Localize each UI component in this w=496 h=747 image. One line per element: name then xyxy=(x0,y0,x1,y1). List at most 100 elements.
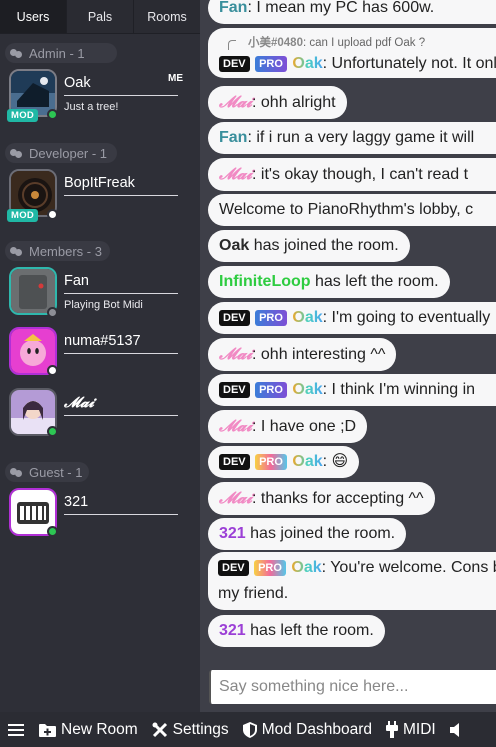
user-status: Just a tree! xyxy=(64,101,119,113)
users-group-icon xyxy=(10,48,23,58)
message-text: : I think I'm winning in xyxy=(322,381,476,398)
dev-badge: DEV xyxy=(219,310,250,326)
user-item-321[interactable]: 321 xyxy=(0,486,200,548)
chat-message-system: 321 has left the room. xyxy=(208,615,385,647)
group-label: Developer - 1 xyxy=(29,145,108,161)
username: 𝓜𝓪𝓲 xyxy=(64,394,178,416)
pro-badge: PRO xyxy=(255,382,287,398)
message-text: : ohh alright xyxy=(252,94,336,111)
status-dot xyxy=(47,209,58,220)
fan-avatar-image xyxy=(11,269,55,313)
chat-message: Fan: I mean my PC has 600w. xyxy=(208,0,496,24)
group-label: Members - 3 xyxy=(29,243,102,259)
message-author: 𝓜𝓪𝓲 xyxy=(219,164,253,183)
reply-connector xyxy=(228,40,236,50)
group-label: Admin - 1 xyxy=(29,45,85,61)
chat-input-area xyxy=(200,662,496,712)
users-group-icon xyxy=(10,246,23,256)
group-header-members: Members - 3 xyxy=(5,241,110,261)
dev-badge: DEV xyxy=(218,560,249,576)
midi-plug-icon xyxy=(385,721,398,738)
user-item-numa[interactable]: numa#5137 xyxy=(0,325,200,386)
speaker-icon xyxy=(449,722,459,737)
dev-badge: DEV xyxy=(219,454,250,470)
chat-message: 𝓜𝓪𝓲: it's okay though, I can't read t xyxy=(208,158,496,191)
menu-button[interactable] xyxy=(8,723,29,737)
message-text: Welcome to PianoRhythm's lobby, c xyxy=(219,201,474,218)
message-text: : if i run a very laggy game it will xyxy=(247,129,475,146)
user-item-oak[interactable]: MOD Oak ME Just a tree! xyxy=(0,67,200,129)
message-author: Oak xyxy=(292,309,323,326)
message-author: 𝓜𝓪𝓲 xyxy=(219,416,253,435)
message-author: Oak xyxy=(292,453,323,470)
message-author: Oak xyxy=(219,237,250,254)
message-text: : it's okay though, I can't read t xyxy=(252,166,469,183)
chat-message: Fan: if i run a very laggy game it will xyxy=(208,122,496,154)
chat-message: DEV PRO Oak: 😄 xyxy=(208,446,360,478)
message-text: : I have one ;D xyxy=(252,418,357,435)
message-author: 321 xyxy=(219,525,246,542)
chat-message: DEV PRO Oak: I think I'm winning in xyxy=(208,374,496,406)
message-author: Oak xyxy=(292,55,323,72)
group-header-developer: Developer - 1 xyxy=(5,143,117,163)
message-text: has left the room. xyxy=(310,273,439,290)
pro-badge: PRO xyxy=(255,310,287,326)
mod-badge: MOD xyxy=(7,209,39,222)
new-room-label: New Room xyxy=(61,720,138,738)
reply-text: : can I upload pdf Oak ? xyxy=(302,37,426,49)
message-author: Fan xyxy=(219,0,248,16)
pro-badge: PRO xyxy=(254,560,286,576)
folder-plus-icon xyxy=(39,723,56,737)
user-item-bopitfreak[interactable]: MOD BopItFreak xyxy=(0,167,200,229)
new-room-button[interactable]: New Room xyxy=(39,721,138,739)
user-item-fan[interactable]: Fan Playing Bot Midi xyxy=(0,265,200,325)
username: numa#5137 xyxy=(64,333,178,354)
group-label: Guest - 1 xyxy=(29,464,83,480)
chat-message-system: InfiniteLoop has left the room. xyxy=(208,266,450,298)
message-text: has joined the room. xyxy=(249,237,399,254)
reply-preview[interactable]: 小美#0480: can I upload pdf Oak ? xyxy=(248,34,425,50)
me-tag: ME xyxy=(168,73,183,84)
tab-users[interactable]: Users xyxy=(0,0,67,33)
user-status: Playing Bot Midi xyxy=(64,299,143,311)
username: Fan xyxy=(64,273,178,294)
message-text: : I mean my PC has 600w. xyxy=(247,0,435,16)
away-status-dot xyxy=(47,307,58,318)
online-status-dot xyxy=(47,426,58,437)
user-item-mai[interactable]: 𝓜𝓪𝓲 xyxy=(0,386,200,448)
message-author: 𝓜𝓪𝓲 xyxy=(219,344,253,363)
chat-message: DEV PRO Oak: I'm going to eventually xyxy=(208,302,496,334)
message-text: : ohh interesting ^^ xyxy=(252,346,386,363)
tab-rooms[interactable]: Rooms xyxy=(134,0,200,33)
users-group-icon xyxy=(10,467,23,477)
chat-input[interactable] xyxy=(209,670,496,704)
dev-badge: DEV xyxy=(219,382,250,398)
username: Oak xyxy=(64,75,178,96)
midi-button[interactable]: MIDI xyxy=(385,721,436,739)
chat-message: DEV PRO Oak: You're welcome. Cons be my … xyxy=(208,552,496,610)
mod-dashboard-label: Mod Dashboard xyxy=(261,720,372,738)
user-sidebar: Users Pals Rooms Admin - 1 MOD Oak ME Ju… xyxy=(0,0,200,712)
online-status-dot xyxy=(47,526,58,537)
settings-label: Settings xyxy=(172,720,229,738)
bottom-toolbar: New Room Settings Mod Dashboard MIDI xyxy=(0,712,496,747)
users-group-icon xyxy=(10,148,23,158)
message-author: Oak xyxy=(292,381,323,398)
message-author: 𝓜𝓪𝓲 xyxy=(219,488,253,507)
chat-message-system: Oak has joined the room. xyxy=(208,230,410,262)
volume-button[interactable] xyxy=(449,722,469,737)
group-header-guest: Guest - 1 xyxy=(5,462,89,482)
chat-message: 𝓜𝓪𝓲: I have one ;D xyxy=(208,410,368,443)
tools-icon xyxy=(152,722,167,737)
message-text: has left the room. xyxy=(245,622,374,639)
message-author: Oak xyxy=(291,559,322,576)
username: BopItFreak xyxy=(64,175,178,196)
message-text: : Unfortunately not. It only s xyxy=(322,55,496,72)
message-author: 𝓜𝓪𝓲 xyxy=(219,92,253,111)
settings-button[interactable]: Settings xyxy=(152,721,229,739)
message-text: has joined the room. xyxy=(245,525,396,542)
mod-badge: MOD xyxy=(7,109,39,122)
mod-dashboard-button[interactable]: Mod Dashboard xyxy=(242,720,372,739)
tab-pals[interactable]: Pals xyxy=(67,0,134,33)
chat-message-system: 321 has joined the room. xyxy=(208,518,407,550)
